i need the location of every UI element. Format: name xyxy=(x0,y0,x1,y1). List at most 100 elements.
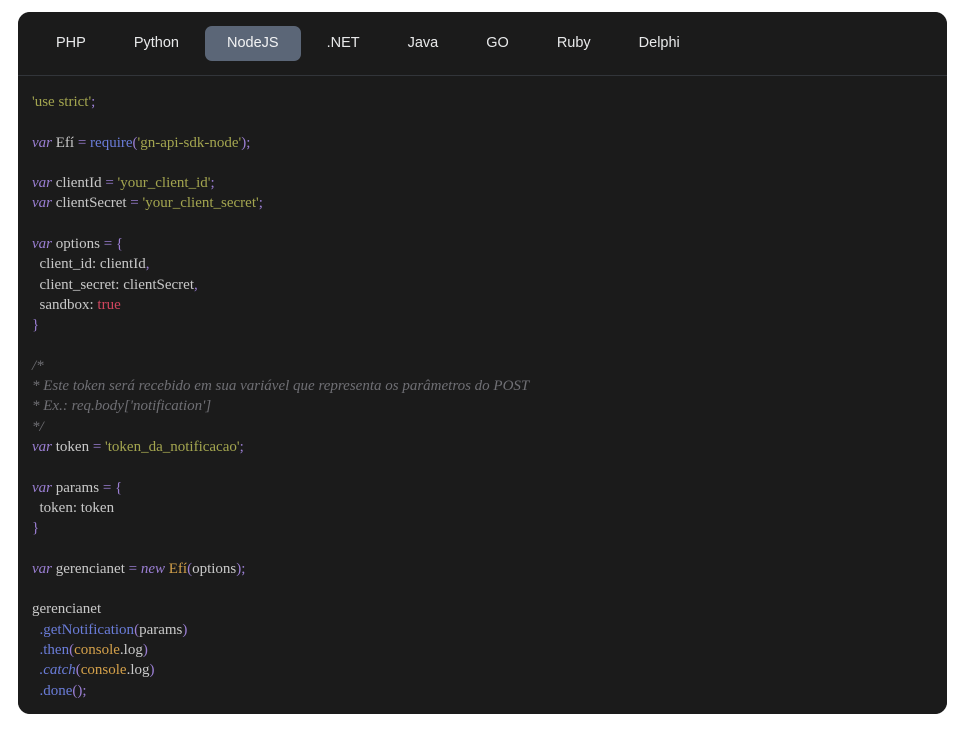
code-token: token: token xyxy=(32,499,115,516)
tab-delphi[interactable]: Delphi xyxy=(617,26,702,61)
code-token: = xyxy=(128,560,138,577)
code-line: * Este token será recebido em sua variáv… xyxy=(32,376,933,396)
code-line: client_secret: clientSecret, xyxy=(32,275,933,295)
code-line: * Ex.: req.body['notification'] xyxy=(32,396,933,416)
code-token: ); xyxy=(241,134,251,151)
code-line: 'use strict'; xyxy=(32,92,933,112)
code-token: Efí xyxy=(52,134,78,151)
code-token: clientId xyxy=(52,175,106,192)
code-token: ); xyxy=(236,560,246,577)
code-token: .log xyxy=(119,642,143,659)
code-token: 'your_client_id' xyxy=(117,175,211,192)
code-token: console xyxy=(80,662,127,679)
code-token: ; xyxy=(91,94,96,110)
code-token: 'token_da_notificacao' xyxy=(105,439,240,456)
code-token: require xyxy=(90,134,133,151)
code-token: options xyxy=(52,236,104,253)
code-token: var xyxy=(32,439,52,456)
code-token: .catch xyxy=(39,662,76,679)
code-token: var xyxy=(32,560,52,577)
code-line: ​ xyxy=(32,153,933,173)
code-line: } xyxy=(32,315,933,335)
language-tab-bar: PHP Python NodeJS .NET Java GO Ruby Delphi xyxy=(18,12,947,76)
code-token: var xyxy=(32,195,52,212)
code-token: options xyxy=(192,560,237,577)
code-token: .done xyxy=(39,682,73,699)
tab-go[interactable]: GO xyxy=(464,26,531,61)
code-token: { xyxy=(115,236,124,253)
code-token: = xyxy=(130,195,139,212)
code-line: var gerencianet = new Efí(options); xyxy=(32,559,933,579)
code-line: ​ xyxy=(32,112,933,132)
code-token: */ xyxy=(32,418,44,435)
code-token: { xyxy=(115,479,123,496)
code-token: * Este token será recebido em sua variáv… xyxy=(32,378,530,395)
code-token: var xyxy=(32,236,52,253)
code-token: clientSecret xyxy=(52,195,131,212)
code-token: params xyxy=(52,479,103,496)
code-line: ​ xyxy=(32,336,933,356)
code-line: client_id: clientId, xyxy=(32,254,933,274)
code-line: var params = { xyxy=(32,478,933,498)
code-line: var Efí = require('gn-api-sdk-node'); xyxy=(32,133,933,153)
code-line: token: token xyxy=(32,498,933,518)
code-token: * Ex.: req.body['notification'] xyxy=(32,398,212,415)
code-line: } xyxy=(32,518,933,538)
tab-java[interactable]: Java xyxy=(386,26,461,61)
code-block: 'use strict';​var Efí = require('gn-api-… xyxy=(18,92,947,701)
code-token: /* xyxy=(32,357,44,374)
code-line: /* xyxy=(32,356,933,376)
code-token: gerencianet xyxy=(32,601,102,618)
tab-nodejs[interactable]: NodeJS xyxy=(204,25,301,62)
code-line: var options = { xyxy=(32,234,933,254)
code-token: ) xyxy=(149,662,155,679)
code-line: ​ xyxy=(32,579,933,599)
code-line: var clientSecret = 'your_client_secret'; xyxy=(32,193,933,213)
code-token: Efí xyxy=(168,560,188,577)
code-token: } xyxy=(32,317,40,334)
code-token: .log xyxy=(126,662,150,679)
code-line: var token = 'token_da_notificacao'; xyxy=(32,437,933,457)
code-line: .then(console.log) xyxy=(32,640,933,660)
code-token: params xyxy=(139,621,183,638)
code-token: , xyxy=(194,276,198,293)
tab-python[interactable]: Python xyxy=(112,26,201,61)
tab-php[interactable]: PHP xyxy=(34,26,108,61)
code-line: sandbox: true xyxy=(32,295,933,315)
tab-ruby[interactable]: Ruby xyxy=(535,26,613,61)
code-token: true xyxy=(97,296,121,313)
code-token: client_secret: clientSecret xyxy=(32,276,195,293)
code-line: ​ xyxy=(32,214,933,234)
code-token: , xyxy=(145,256,150,273)
code-token: 'your_client_secret' xyxy=(142,195,259,212)
code-token: ) xyxy=(182,621,188,638)
code-token: = xyxy=(103,236,113,253)
code-token: ; xyxy=(239,439,244,456)
code-sample-panel: PHP Python NodeJS .NET Java GO Ruby Delphi 'use… xyxy=(18,12,947,714)
code-token: sandbox: xyxy=(32,296,98,313)
code-line: gerencianet xyxy=(32,599,933,619)
code-line: var clientId = 'your_client_id'; xyxy=(32,173,933,193)
code-token: ) xyxy=(142,642,148,659)
code-token: ; xyxy=(210,175,215,192)
code-token: var xyxy=(32,134,52,151)
code-line: ​ xyxy=(32,539,933,559)
code-line: ​ xyxy=(32,457,933,477)
code-token: (); xyxy=(72,682,87,699)
code-token: var xyxy=(32,479,52,496)
code-scroll-area[interactable]: 'use strict';​var Efí = require('gn-api-… xyxy=(18,76,947,714)
code-token: .then xyxy=(39,642,70,659)
code-token: token xyxy=(52,439,93,456)
code-token: } xyxy=(32,520,40,537)
tab-net[interactable]: .NET xyxy=(305,26,382,61)
code-token: var xyxy=(32,175,52,192)
code-token: 'use strict' xyxy=(32,94,92,110)
code-token: console xyxy=(74,642,120,659)
code-line: */ xyxy=(32,417,933,437)
code-token: client_id: clientId xyxy=(32,256,146,273)
code-token: new xyxy=(140,560,166,577)
code-token: 'gn-api-sdk-node' xyxy=(137,134,242,151)
